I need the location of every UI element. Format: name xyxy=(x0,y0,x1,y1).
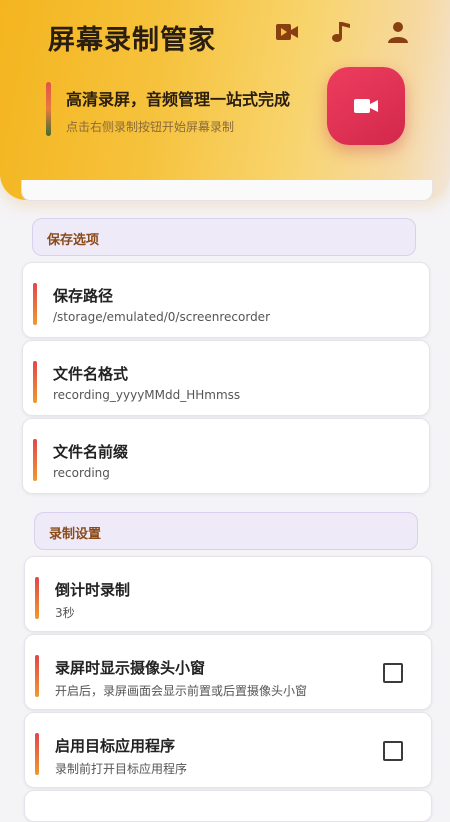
setting-target-app[interactable]: 启用目标应用程序 录制前打开目标应用程序 xyxy=(24,712,432,788)
user-icon[interactable] xyxy=(386,20,410,44)
app-title: 屏幕录制管家 xyxy=(48,25,216,56)
accent-bar xyxy=(35,577,39,619)
setting-camera-overlay[interactable]: 录屏时显示摄像头小窗 开启后，录屏画面会显示前置或后置摄像头小窗 xyxy=(24,634,432,710)
section-header-record: 录制设置 xyxy=(34,512,418,550)
video-library-icon[interactable] xyxy=(275,20,299,44)
setting-title: 保存路径 xyxy=(53,287,114,305)
setting-filename-format[interactable]: 文件名格式 recording_yyyyMMdd_HHmmss xyxy=(22,340,430,416)
setting-value: 录制前打开目标应用程序 xyxy=(55,762,188,776)
video-camera-icon xyxy=(354,99,378,113)
section-header-save: 保存选项 xyxy=(32,218,416,256)
target-app-checkbox[interactable] xyxy=(383,741,403,761)
previous-card-edge xyxy=(21,180,433,201)
setting-filename-prefix[interactable]: 文件名前缀 recording xyxy=(22,418,430,494)
setting-title: 文件名前缀 xyxy=(53,443,129,461)
setting-countdown[interactable]: 倒计时录制 3秒 xyxy=(24,556,432,632)
section-title: 保存选项 xyxy=(47,233,100,248)
accent-bar xyxy=(35,733,39,775)
setting-title: 录屏时显示摄像头小窗 xyxy=(55,659,206,677)
setting-title: 倒计时录制 xyxy=(55,581,131,599)
setting-value: recording_yyyyMMdd_HHmmss xyxy=(53,388,241,402)
accent-bar xyxy=(33,361,37,403)
next-card-edge xyxy=(24,790,432,822)
accent-bar xyxy=(35,655,39,697)
setting-value: 开启后，录屏画面会显示前置或后置摄像头小窗 xyxy=(55,684,308,698)
hero-title: 高清录屏，音频管理一站式完成 xyxy=(66,90,291,109)
setting-title: 文件名格式 xyxy=(53,365,129,383)
camera-overlay-checkbox[interactable] xyxy=(383,663,403,683)
accent-bar xyxy=(33,439,37,481)
music-note-icon[interactable] xyxy=(330,20,354,44)
accent-bar xyxy=(33,283,37,325)
app-header: 屏幕录制管家 高清录屏，音频管理一站式完成 点击右侧录制按钮开始屏幕录制 xyxy=(0,0,450,200)
record-button[interactable] xyxy=(327,67,405,145)
setting-title: 启用目标应用程序 xyxy=(55,737,176,755)
hero-subtitle: 点击右侧录制按钮开始屏幕录制 xyxy=(66,120,235,134)
setting-value: recording xyxy=(53,466,110,480)
hero-accent-bar xyxy=(46,82,51,136)
section-title: 录制设置 xyxy=(49,527,102,542)
setting-value: /storage/emulated/0/screenrecorder xyxy=(53,310,271,324)
setting-value: 3秒 xyxy=(55,606,75,620)
setting-save-path[interactable]: 保存路径 /storage/emulated/0/screenrecorder xyxy=(22,262,430,338)
